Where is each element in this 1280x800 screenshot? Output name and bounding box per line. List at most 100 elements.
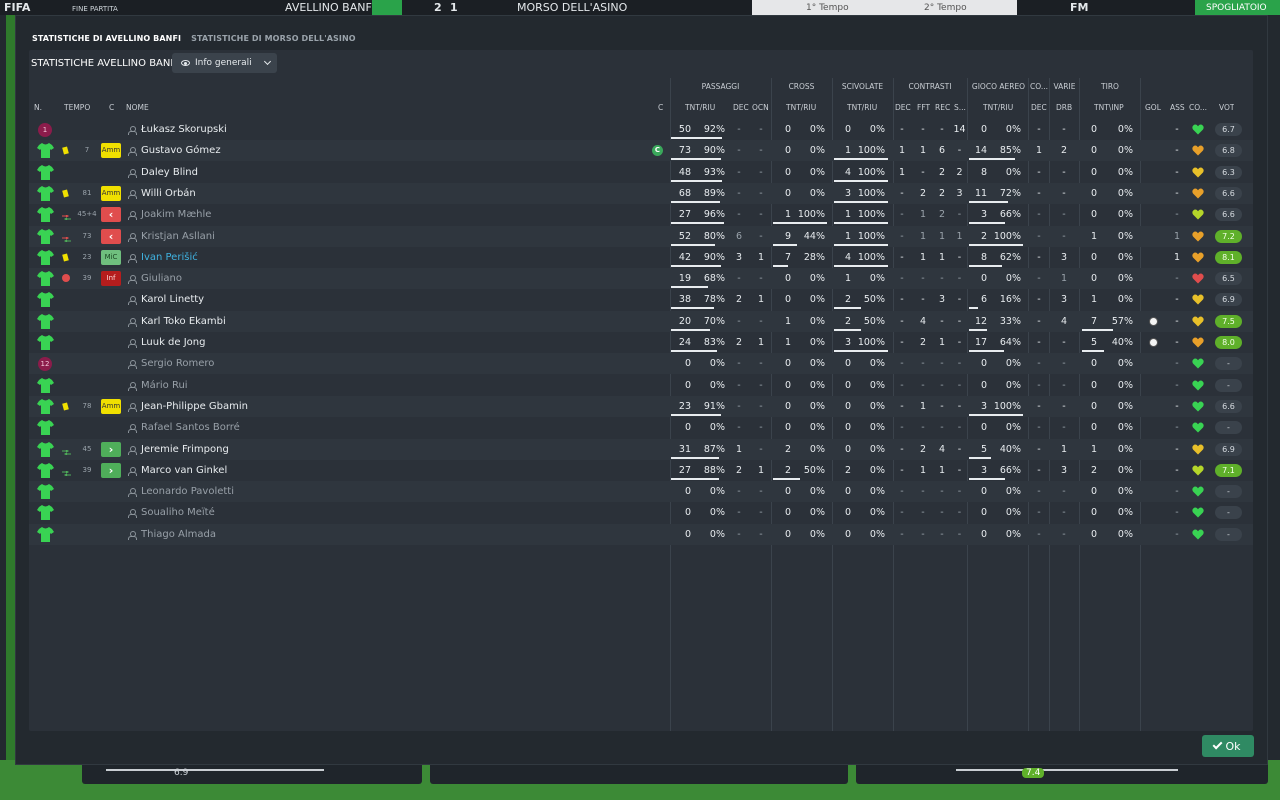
col-cont-fft[interactable]: FFT [917, 103, 930, 112]
table-row[interactable]: Rafael Santos Borré 0 0% - - 0 0% 0 0% - - - - 0 0% - - 0… [29, 417, 1253, 438]
person-icon[interactable] [128, 190, 137, 199]
person-icon[interactable] [128, 233, 137, 242]
player-name[interactable]: Soualiho Meïté [141, 502, 215, 523]
sub-off-badge: ‹ [101, 207, 121, 222]
player-name[interactable]: Giuliano [141, 268, 182, 289]
tab-away-stats[interactable]: STATISTICHE DI MORSO DELL'ASINO [191, 34, 356, 43]
table-row[interactable]: 45+4 ‹ Joakim Mæhle 27 96% - -1 100% 1 100% -1 2-3 6… [29, 204, 1253, 225]
table-row[interactable]: Leonardo Pavoletti 0 0% - - 0 0% 0 0% - - - - 0 0% - - 0 0… [29, 481, 1253, 502]
cross-accuracy-bar [773, 265, 788, 267]
col-n[interactable]: N. [34, 103, 42, 112]
person-icon[interactable] [128, 211, 137, 220]
person-icon[interactable] [128, 126, 137, 135]
table-row[interactable]: 45 › Jeremie Frimpong 31 87% 1-2 0% 0 0% -2 4-5 40%… [29, 439, 1253, 460]
rating-badge: 6.3 [1215, 166, 1242, 179]
col-sciv-tnt[interactable]: TNT/RIU [847, 103, 877, 112]
col-co2[interactable]: CO... [1189, 103, 1209, 112]
col-tiro-tnt[interactable]: TNT\INP [1094, 103, 1124, 112]
person-icon[interactable] [128, 275, 137, 284]
col-captain[interactable]: C [658, 103, 663, 112]
player-name[interactable]: Thiago Almada [141, 524, 216, 545]
table-row[interactable]: 73 ‹ Kristjan Asllani 52 80% 6-9 44% 1 100% -1 1 1 2… [29, 226, 1253, 247]
player-name[interactable]: Mário Rui [141, 375, 188, 396]
table-row[interactable]: Soualiho Meïté 0 0% - - 0 0% 0 0% - - - - 0 0% - - 0 0% - - [29, 502, 1253, 523]
player-name[interactable]: Karl Toko Ekambi [141, 311, 226, 332]
player-name[interactable]: Marco van Ginkel [141, 460, 227, 481]
ok-button[interactable]: Ok [1202, 735, 1254, 757]
aerial-accuracy-bar [969, 244, 1023, 246]
pass-decisive: - [737, 486, 741, 497]
player-name[interactable]: Daley Blind [141, 162, 198, 183]
person-icon[interactable] [128, 531, 137, 540]
table-row[interactable]: Mário Rui 0 0% - - 0 0% 0 0% - - - - 0 0% - - 0 0% - - [29, 375, 1253, 396]
person-icon[interactable] [128, 446, 137, 455]
view-select[interactable]: Info generali [172, 53, 277, 73]
table-row[interactable]: 7 Amm Gustavo Gómez C 73 90% - -0 0% 1 100% 1 1 6-14 8… [29, 140, 1253, 161]
player-name[interactable]: Joakim Mæhle [141, 204, 211, 225]
person-icon[interactable] [128, 509, 137, 518]
col-nome[interactable]: NOME [126, 103, 149, 112]
col-cross-tnt[interactable]: TNT/RIU [786, 103, 816, 112]
col-co-dec[interactable]: DEC [1031, 103, 1047, 112]
col-gol[interactable]: GOL [1145, 103, 1161, 112]
person-icon[interactable] [128, 254, 137, 263]
table-row[interactable]: 81 Amm Willi Orbán 68 89% - -0 0% 3 100% -2 2 3 11 72%… [29, 183, 1253, 204]
contrasti-dec: - [900, 486, 904, 497]
player-name[interactable]: Willi Orbán [141, 183, 196, 204]
player-name[interactable]: Karol Linetty [141, 289, 204, 310]
table-row[interactable]: 39 › Marco van Ginkel 27 88% 2 1 2 50% 2 0% -1 1-3 66… [29, 460, 1253, 481]
col-pass-tnt[interactable]: TNT/RIU [685, 103, 715, 112]
col-drb[interactable]: DRB [1056, 103, 1072, 112]
person-icon[interactable] [128, 296, 137, 305]
person-icon[interactable] [128, 318, 137, 327]
col-cont-rec[interactable]: REC [935, 103, 950, 112]
person-icon[interactable] [128, 424, 137, 433]
contrasti-dec: - [900, 422, 904, 433]
col-pass-dec[interactable]: DEC [733, 103, 749, 112]
table-row[interactable]: 78 Amm Jean-Philippe Gbamin 23 91% - -0 0% 0 0% -1… [29, 396, 1253, 417]
table-row[interactable]: Daley Blind 48 93% - -0 0% 4 100% 1-2 2 8 0% - -0 0% -6… [29, 162, 1253, 183]
player-name[interactable]: Jeremie Frimpong [141, 439, 229, 460]
player-name[interactable]: Luuk de Jong [141, 332, 205, 353]
col-aer-tnt[interactable]: TNT/RIU [983, 103, 1013, 112]
player-name[interactable]: Rafael Santos Borré [141, 417, 240, 438]
col-cont-s[interactable]: S... [954, 103, 966, 112]
col-ass[interactable]: ASS [1170, 103, 1185, 112]
person-icon[interactable] [128, 360, 137, 369]
col-tempo[interactable]: TEMPO [64, 103, 90, 112]
tackle-accuracy-bar [834, 180, 888, 182]
table-row[interactable]: 12 Sergio Romero 0 0% - - 0 0% 0 0% - - - - 0 0% - - 0 0% - - [29, 353, 1253, 374]
player-name[interactable]: Gustavo Gómez [141, 140, 221, 161]
table-row[interactable]: Karol Linetty 38 78% 2 1 0 0% 2 50% - -3-6 16% -3 1 0%… [29, 289, 1253, 310]
person-icon[interactable] [128, 488, 137, 497]
person-icon[interactable] [128, 339, 137, 348]
col-cont-dec[interactable]: DEC [895, 103, 911, 112]
table-row[interactable]: 39 Inf Giuliano 19 68% - -0 0% 1 0% - - - -0 0% -1 0 0% -6… [29, 268, 1253, 289]
col-pass-ocn[interactable]: OCN [752, 103, 771, 112]
player-name[interactable]: Kristjan Asllani [141, 226, 215, 247]
col-c[interactable]: C [109, 103, 114, 112]
tab-home-stats[interactable]: STATISTICHE DI AVELLINO BANFI [32, 34, 181, 43]
person-icon[interactable] [128, 403, 137, 412]
person-icon[interactable] [128, 169, 137, 178]
dribbles: 1 [1060, 273, 1068, 284]
player-name[interactable]: Ivan Perišić [141, 247, 198, 268]
person-icon[interactable] [128, 382, 137, 391]
contrasti-rec: - [940, 486, 944, 497]
aerial-accuracy: 40% [999, 444, 1021, 455]
col-vot[interactable]: VOT [1219, 103, 1234, 112]
table-row[interactable]: Luuk de Jong 24 83% 2 1 1 0% 3 100% -2 1-17 64% - -5 4… [29, 332, 1253, 353]
pass-accuracy: 0% [709, 529, 725, 540]
player-name[interactable]: Jean-Philippe Gbamin [141, 396, 248, 417]
player-name[interactable]: Sergio Romero [141, 353, 214, 374]
table-row[interactable]: Karl Toko Ekambi 20 70% - -1 0% 2 50% -4- -12 33% -… [29, 311, 1253, 332]
player-name[interactable]: Leonardo Pavoletti [141, 481, 234, 502]
person-icon[interactable] [128, 147, 137, 156]
player-name[interactable]: Łukasz Skorupski [141, 119, 227, 140]
dribbles: - [1062, 188, 1066, 199]
shots: 0 [1090, 401, 1097, 412]
table-row[interactable]: 1 Łukasz Skorupski 50 92% - -0 0% 0 0% - - -14 0 0% - -… [29, 119, 1253, 140]
table-row[interactable]: Thiago Almada 0 0% - - 0 0% 0 0% - - - - 0 0% - - 0 0% - - [29, 524, 1253, 545]
person-icon[interactable] [128, 467, 137, 476]
table-row[interactable]: 23 MiC Ivan Perišić 42 90% 3 1 7 28% 4 100% -1 1-8 62… [29, 247, 1253, 268]
